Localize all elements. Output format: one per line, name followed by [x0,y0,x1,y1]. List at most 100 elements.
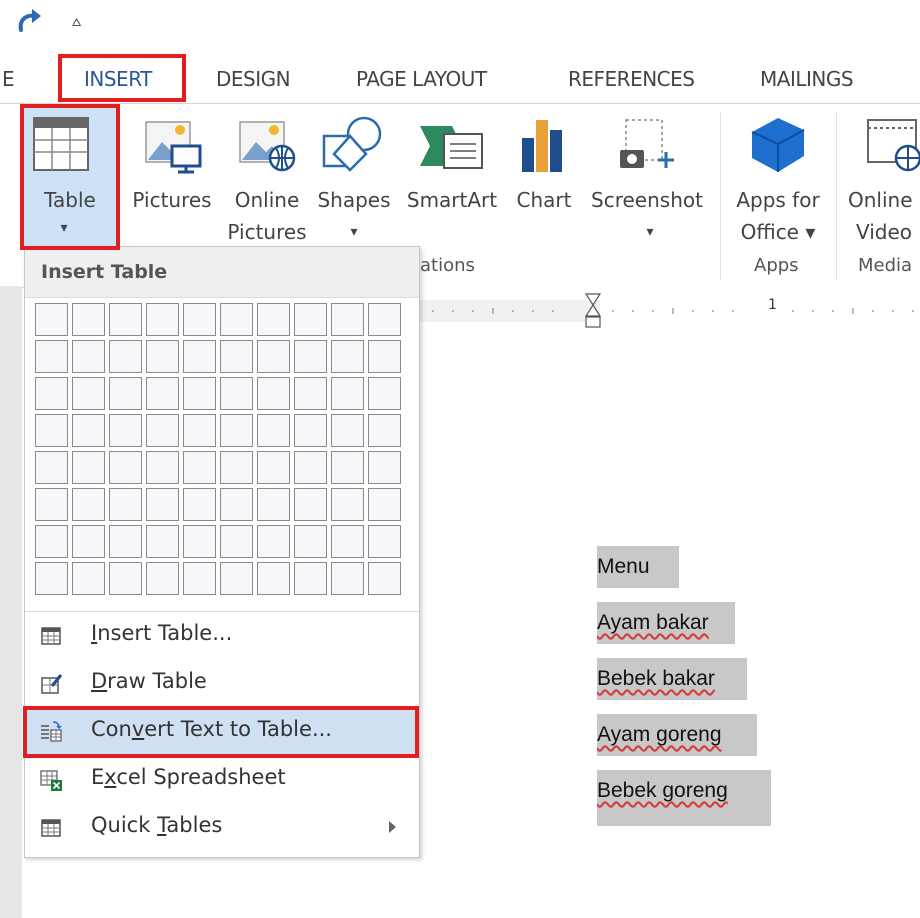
tab-references[interactable]: REFERENCES [568,64,695,94]
grid-cell[interactable] [146,488,179,521]
grid-cell[interactable] [183,562,216,595]
grid-cell[interactable] [109,414,142,447]
grid-cell[interactable] [368,451,401,484]
grid-cell[interactable] [72,377,105,410]
apps-for-office-button[interactable]: Apps for [728,184,828,216]
grid-cell[interactable] [183,377,216,410]
document-line[interactable]: Ayam bakar [597,602,735,644]
grid-cell[interactable] [294,488,327,521]
draw-table-menu-item[interactable]: Draw Table [25,661,419,707]
grid-cell[interactable] [183,525,216,558]
grid-cell[interactable] [257,451,290,484]
grid-cell[interactable] [331,488,364,521]
screenshot-button[interactable]: Screenshot [586,184,708,216]
tab-file[interactable]: E [2,64,15,94]
grid-cell[interactable] [257,488,290,521]
grid-cell[interactable] [183,340,216,373]
indent-marker-icon[interactable] [585,293,601,339]
grid-cell[interactable] [183,303,216,336]
document-line[interactable]: Bebek goreng [597,770,771,812]
grid-cell[interactable] [109,340,142,373]
pictures-button[interactable]: Pictures [126,184,218,216]
grid-cell[interactable] [109,488,142,521]
grid-cell[interactable] [294,377,327,410]
grid-cell[interactable] [368,414,401,447]
grid-cell[interactable] [368,525,401,558]
document-line[interactable]: Menu [597,546,679,588]
grid-cell[interactable] [368,488,401,521]
grid-cell[interactable] [146,340,179,373]
grid-cell[interactable] [294,340,327,373]
grid-cell[interactable] [35,525,68,558]
excel-spreadsheet-menu-item[interactable]: Excel Spreadsheet [25,757,419,803]
grid-cell[interactable] [294,451,327,484]
grid-cell[interactable] [183,451,216,484]
insert-table-menu-item[interactable]: Insert Table... [25,613,419,659]
grid-cell[interactable] [220,377,253,410]
grid-cell[interactable] [109,525,142,558]
grid-cell[interactable] [257,340,290,373]
online-pictures-button[interactable]: Online [226,184,308,216]
grid-cell[interactable] [331,451,364,484]
grid-cell[interactable] [72,488,105,521]
document-line[interactable]: Bebek bakar [597,658,747,700]
grid-cell[interactable] [146,451,179,484]
online-video-button[interactable]: Online [848,184,920,216]
grid-cell[interactable] [220,451,253,484]
grid-cell[interactable] [183,414,216,447]
grid-cell[interactable] [331,303,364,336]
grid-cell[interactable] [257,562,290,595]
grid-cell[interactable] [368,303,401,336]
grid-cell[interactable] [331,562,364,595]
grid-cell[interactable] [368,340,401,373]
grid-cell[interactable] [35,562,68,595]
grid-cell[interactable] [257,303,290,336]
grid-cell[interactable] [146,303,179,336]
grid-cell[interactable] [146,525,179,558]
tab-design[interactable]: DESIGN [216,64,291,94]
grid-cell[interactable] [109,303,142,336]
grid-cell[interactable] [294,525,327,558]
grid-cell[interactable] [220,525,253,558]
grid-cell[interactable] [220,340,253,373]
grid-cell[interactable] [220,488,253,521]
grid-cell[interactable] [72,303,105,336]
grid-cell[interactable] [146,377,179,410]
grid-cell[interactable] [72,414,105,447]
grid-cell[interactable] [146,414,179,447]
grid-cell[interactable] [257,377,290,410]
grid-cell[interactable] [35,488,68,521]
grid-cell[interactable] [220,414,253,447]
grid-cell[interactable] [109,377,142,410]
shapes-button[interactable]: Shapes [314,184,394,216]
smartart-button[interactable]: SmartArt [398,184,506,216]
grid-cell[interactable] [72,340,105,373]
grid-cell[interactable] [35,414,68,447]
grid-cell[interactable] [368,562,401,595]
grid-cell[interactable] [257,525,290,558]
grid-cell[interactable] [72,562,105,595]
grid-cell[interactable] [331,525,364,558]
grid-cell[interactable] [331,414,364,447]
grid-cell[interactable] [35,303,68,336]
grid-cell[interactable] [146,562,179,595]
document-line[interactable]: Ayam goreng [597,714,757,756]
grid-cell[interactable] [35,451,68,484]
grid-cell[interactable] [331,340,364,373]
customize-toolbar-icon[interactable]: ⩟ [72,12,81,30]
grid-cell[interactable] [368,377,401,410]
grid-cell[interactable] [220,562,253,595]
grid-cell[interactable] [72,451,105,484]
tab-page-layout[interactable]: PAGE LAYOUT [356,64,487,94]
redo-icon[interactable] [12,4,48,40]
tab-mailings[interactable]: MAILINGS [760,64,854,94]
chart-button[interactable]: Chart [508,184,580,216]
grid-cell[interactable] [72,525,105,558]
grid-cell[interactable] [35,340,68,373]
grid-cell[interactable] [183,488,216,521]
grid-cell[interactable] [331,377,364,410]
grid-cell[interactable] [109,451,142,484]
grid-cell[interactable] [294,414,327,447]
quick-tables-menu-item[interactable]: Quick Tables [25,805,419,851]
grid-cell[interactable] [257,414,290,447]
